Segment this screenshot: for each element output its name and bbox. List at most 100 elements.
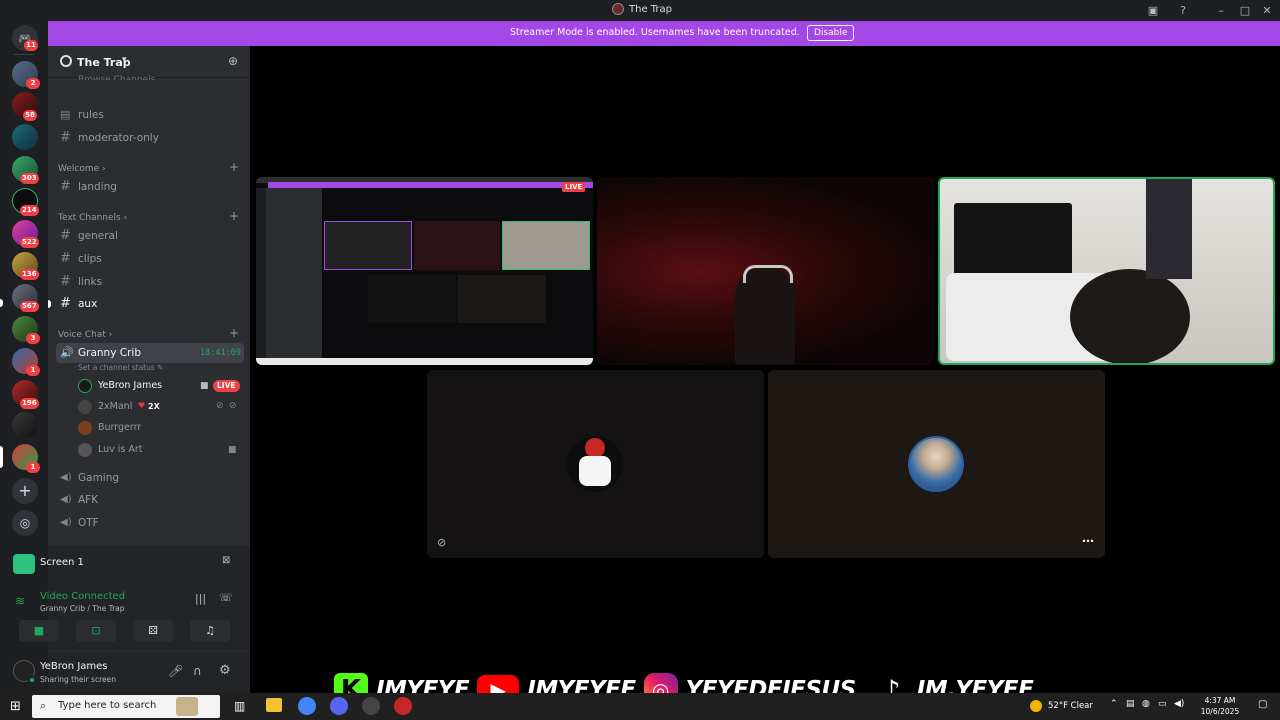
video-tile-user-3-speaking[interactable] — [938, 177, 1275, 365]
voice-user-row[interactable]: 2xManl ♥ 2X ⊘ ⊘ — [76, 398, 244, 417]
tray-app-icon[interactable]: ◍ — [1142, 699, 1150, 709]
avatar — [78, 379, 92, 393]
channel-label: AFK — [78, 494, 99, 506]
channel-moderator-only[interactable]: # moderator-only — [56, 128, 244, 148]
server-icon-12[interactable] — [12, 412, 38, 438]
user-panel: YeBron James Sharing their screen 🎤︎ ∩ ⚙ — [13, 651, 250, 693]
close-stream-icon[interactable]: ⊠ — [222, 555, 230, 566]
add-server-icon[interactable]: + — [12, 478, 38, 504]
headphones-icon[interactable]: ∩ — [193, 664, 202, 678]
channel-rules[interactable]: ▤ rules — [56, 105, 244, 125]
deafened-icon: ⊘ — [229, 401, 237, 411]
voice-tile-user-4[interactable]: ⊘ — [427, 370, 764, 558]
share-screen-button[interactable]: ⊡ — [76, 620, 116, 642]
obs-icon[interactable] — [362, 697, 380, 715]
inbox-icon[interactable]: ▣ — [1145, 3, 1161, 18]
settings-gear-icon[interactable]: ⚙ — [219, 663, 231, 678]
discord-taskbar-icon[interactable] — [330, 697, 348, 715]
discover-icon[interactable]: ◎ — [12, 510, 38, 536]
voice-channel-afk[interactable]: ◀) AFK — [56, 490, 244, 510]
activity-button[interactable]: ⚄ — [133, 620, 173, 642]
avatar — [78, 443, 92, 457]
help-icon[interactable]: ? — [1175, 3, 1191, 18]
network-icon[interactable]: ▭ — [1158, 699, 1167, 709]
voice-status[interactable]: Video Connected — [40, 591, 125, 602]
voice-location[interactable]: Granny Crib / The Trap — [40, 604, 125, 613]
video-button[interactable]: ■ — [19, 620, 59, 642]
category-voice-chat[interactable]: Voice Chat › — [58, 330, 112, 340]
hash-icon: # — [60, 274, 71, 289]
create-channel-icon[interactable]: + — [229, 326, 239, 340]
create-channel-icon[interactable]: + — [229, 209, 239, 223]
notifications-icon[interactable]: ▢ — [1258, 699, 1267, 710]
category-text-channels[interactable]: Text Channels › — [58, 213, 127, 223]
maximize-button[interactable]: □ — [1237, 3, 1253, 18]
headset-shape — [743, 265, 793, 283]
voice-user-row[interactable]: Burrgerrr — [76, 419, 244, 438]
streamer-mode-banner: Streamer Mode is enabled. Usernames have… — [48, 21, 1280, 46]
record-app-icon[interactable] — [394, 697, 412, 715]
category-label: Voice Chat — [58, 330, 106, 340]
call-timer: 18:41:09 — [200, 348, 241, 358]
avatar — [908, 436, 964, 492]
create-channel-icon[interactable]: + — [229, 160, 239, 174]
file-explorer-icon[interactable] — [266, 698, 282, 712]
window-title: The Trap — [629, 3, 673, 15]
discord-window: The Trap ▣ ? – □ ✕ Streamer Mode is enab… — [0, 0, 1280, 720]
voice-user-row[interactable]: YeBron James ■ LIVE — [76, 377, 244, 396]
screen-share-panel: Screen 1 ⊠ — [13, 546, 250, 580]
voice-tile-user-5[interactable]: ⋯ — [768, 370, 1105, 558]
channel-label: links — [78, 276, 103, 288]
voice-channel-otf[interactable]: ◀) OTF — [56, 513, 244, 533]
taskbar-search-box[interactable]: ⌕ Type here to search — [32, 695, 220, 718]
category-welcome[interactable]: Welcome › — [58, 164, 106, 174]
avatar — [78, 400, 92, 414]
noise-suppression-icon[interactable]: ||| — [195, 592, 206, 605]
windows-start-icon[interactable]: ⊞ — [10, 699, 21, 714]
close-window-button[interactable]: ✕ — [1259, 3, 1275, 18]
stream-tile-screen-share[interactable]: LIVE — [256, 177, 593, 365]
server-icon — [612, 3, 624, 15]
channel-aux[interactable]: # aux — [56, 294, 244, 314]
volume-icon[interactable]: ◀) — [1174, 699, 1184, 709]
tray-overflow-icon[interactable]: ⌃ — [1110, 699, 1118, 709]
search-placeholder: Type here to search — [58, 700, 157, 711]
clock-date[interactable]: 10/6/2025 — [1195, 707, 1245, 716]
channel-label: landing — [78, 181, 117, 193]
signal-icon[interactable]: ≋ — [15, 594, 25, 608]
voice-channel-gaming[interactable]: ◀) Gaming — [56, 468, 244, 488]
chrome-icon[interactable] — [298, 697, 316, 715]
clock-time[interactable]: 4:37 AM — [1195, 696, 1245, 705]
speaker-icon: ◀) — [60, 472, 72, 483]
server-icon-3[interactable] — [12, 124, 38, 150]
user-status: Sharing their screen — [40, 675, 116, 684]
tray-app-icon[interactable]: ▤ — [1126, 699, 1135, 709]
microphone-icon[interactable]: 🎤︎ — [168, 664, 183, 678]
status-placeholder: Set a channel status — [78, 363, 155, 372]
voice-channel-granny-crib[interactable]: 🔊 Granny Crib 18:41:09 — [56, 343, 244, 363]
channel-clips[interactable]: # clips — [56, 249, 244, 269]
set-channel-status[interactable]: Set a channel status ✎ — [78, 363, 163, 372]
channel-label: clips — [78, 253, 102, 265]
avatar-detail — [585, 438, 605, 458]
speaker-icon: ◀) — [60, 517, 72, 528]
channel-label: moderator-only — [78, 132, 159, 144]
channel-landing[interactable]: # landing — [56, 177, 244, 197]
voice-user-row[interactable]: Luv is Art ■ — [76, 441, 244, 460]
preview-tile-3 — [502, 221, 590, 270]
channel-sidebar: The Trap ▾ ⊕ Browse Channels ▤ rules # m… — [13, 46, 250, 693]
disable-streamer-mode-button[interactable]: Disable — [807, 25, 855, 41]
more-options-icon[interactable]: ⋯ — [1082, 534, 1094, 548]
disconnect-icon[interactable]: ☏ — [219, 591, 233, 604]
task-view-icon[interactable]: ▥ — [234, 699, 245, 713]
weather-text[interactable]: 52°F Clear — [1048, 701, 1093, 711]
screen-share-icon — [13, 554, 35, 574]
search-icon: ⌕ — [40, 699, 47, 712]
video-tile-user-2[interactable] — [597, 177, 934, 365]
soundboard-button[interactable]: ♫ — [190, 620, 230, 642]
browse-channels[interactable]: Browse Channels — [78, 70, 155, 80]
invite-people-icon[interactable]: ⊕ — [228, 54, 238, 68]
channel-links[interactable]: # links — [56, 272, 244, 292]
minimize-button[interactable]: – — [1213, 3, 1229, 18]
channel-general[interactable]: # general — [56, 226, 244, 246]
